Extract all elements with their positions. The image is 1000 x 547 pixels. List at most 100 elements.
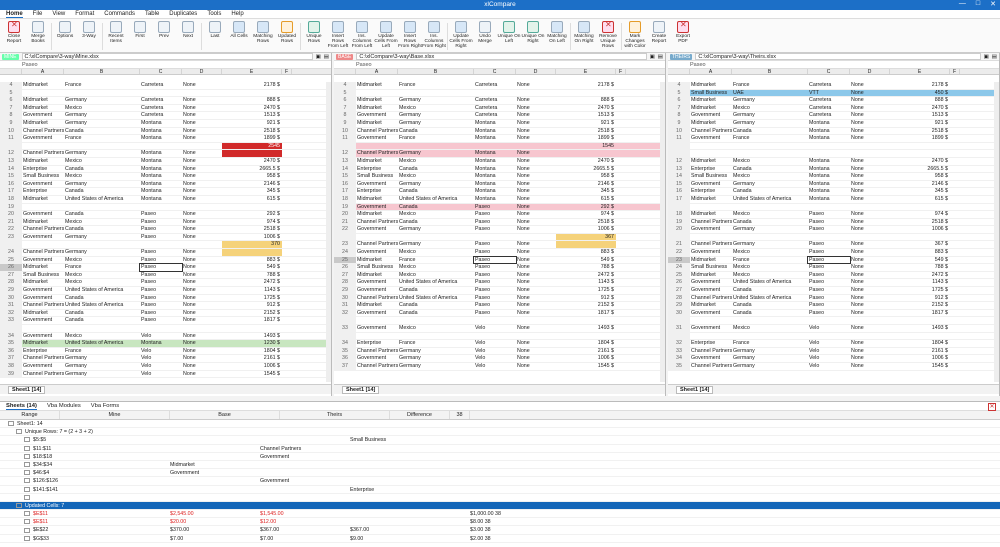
undo-button[interactable]: Undo Merge	[473, 21, 497, 52]
grid-cell[interactable]: None	[516, 226, 556, 233]
grid-row[interactable]: 26 Small Business Mexico Paseo None 788 $	[334, 264, 665, 272]
grid-cell[interactable]: 1143 $	[556, 279, 616, 286]
grid-row[interactable]: 18 Midmarket Mexico Paseo None 974 $	[668, 211, 999, 219]
grid-cell[interactable]: Midmarket	[22, 120, 64, 127]
menu-item-tools[interactable]: Tools	[207, 11, 221, 17]
grid-cell[interactable]	[950, 112, 960, 119]
grid-cell[interactable]	[616, 112, 626, 119]
range-cell[interactable]: Updated Cells: 7	[0, 502, 170, 509]
grid-cell[interactable]: Canada	[64, 128, 140, 135]
grid-cell[interactable]: None	[850, 257, 890, 264]
grid-cell[interactable]: None	[182, 150, 222, 157]
grid-cell[interactable]	[950, 211, 960, 218]
grid-cell[interactable]: None	[850, 105, 890, 112]
grid-row[interactable]: 23 Channel Partners Germany Paseo None	[334, 241, 665, 250]
grid-cell[interactable]	[616, 173, 626, 180]
grid-cell[interactable]	[950, 340, 960, 347]
grid-cell[interactable]	[950, 355, 960, 362]
range-cell[interactable]	[0, 494, 170, 501]
row-number[interactable]: 4	[0, 82, 22, 89]
grid-cell[interactable]: Channel Partners	[22, 371, 64, 378]
grid-cell[interactable]	[808, 333, 850, 340]
theirs-cell[interactable]	[350, 518, 470, 525]
grid-cell[interactable]	[282, 188, 292, 195]
grid-cell[interactable]: Enterprise	[356, 188, 398, 195]
grid-cell[interactable]: 974 $	[890, 211, 950, 218]
mine-cell[interactable]	[170, 445, 260, 452]
grid-cell[interactable]	[950, 219, 960, 226]
grid-cell[interactable]	[356, 317, 398, 324]
grid-cell[interactable]: Canada	[732, 219, 808, 226]
grid-cell[interactable]	[950, 325, 960, 332]
range-cell[interactable]: Unique Rows: 7 = (2 + 3 + 2)	[0, 428, 170, 435]
grid-cell[interactable]	[950, 158, 960, 165]
base-cell[interactable]: $367.00	[260, 526, 350, 533]
grid-row[interactable]: 31 Channel Partners United States of Ameri…	[0, 302, 331, 310]
grid-cell[interactable]: None	[850, 279, 890, 286]
grid-cell[interactable]: None	[850, 211, 890, 218]
mine-cell[interactable]	[170, 494, 260, 501]
column-header-e[interactable]: E	[556, 69, 616, 75]
grid-cell[interactable]: 615 $	[890, 196, 950, 203]
grid-row[interactable]: 27 Midmarket Mexico Paseo None 2472 $	[334, 271, 665, 280]
grid-cell[interactable]	[282, 249, 292, 256]
mine-cell[interactable]: $7.00	[170, 535, 260, 542]
grid-cell[interactable]: Midmarket	[356, 105, 398, 112]
mine-cell[interactable]	[170, 420, 260, 427]
grid-cell[interactable]: Small Business	[356, 173, 398, 180]
grid-cell[interactable]	[182, 325, 222, 332]
range-cell[interactable]: $5:$5	[0, 436, 170, 443]
grid-cell[interactable]: None	[182, 158, 222, 165]
grid-cell[interactable]: Canada	[398, 287, 474, 294]
difference-cell[interactable]	[470, 469, 530, 476]
open-folder-icon[interactable]: ▤	[324, 54, 329, 60]
grid-cell[interactable]: 1545	[556, 143, 616, 150]
grid-cell[interactable]: None	[850, 128, 890, 135]
grid-cell[interactable]: Paseo	[474, 219, 516, 226]
grid-cell[interactable]: 1230 $	[222, 340, 282, 347]
mine-cell[interactable]: Government	[170, 469, 260, 476]
grid-cell[interactable]: Mexico	[398, 249, 474, 256]
grid-cell[interactable]: None	[182, 97, 222, 104]
grid-cell[interactable]	[282, 90, 292, 97]
grid-row[interactable]: 33 Government Mexico Velo None 1493 $	[334, 325, 665, 333]
header-mine[interactable]: Mine	[60, 411, 170, 419]
grid-cell[interactable]: None	[516, 150, 556, 157]
difference-row[interactable]: $46:$4 Government	[0, 469, 1000, 478]
grid-cell[interactable]	[616, 128, 626, 135]
grid-row[interactable]: 22 Government Germany Paseo None 1006 $	[334, 226, 665, 234]
grid-cell[interactable]: None	[516, 158, 556, 165]
grid-cell[interactable]: None	[850, 226, 890, 233]
grid-cell[interactable]: Montana	[474, 128, 516, 135]
grid-cell[interactable]: Paseo	[140, 226, 182, 233]
grid-row[interactable]	[668, 233, 999, 242]
all-cells-button[interactable]: All Cells	[227, 21, 251, 52]
grid-cell[interactable]: None	[850, 112, 890, 119]
grid-cell[interactable]: 2472 $	[890, 272, 950, 279]
grid-cell[interactable]: Germany	[398, 241, 474, 248]
grid-cell[interactable]: Canada	[64, 211, 140, 218]
grid-cell[interactable]: None	[182, 302, 222, 309]
grid-cell[interactable]	[850, 333, 890, 340]
theirs-cell[interactable]: $367.00	[350, 526, 470, 533]
grid-cell[interactable]: 1725 $	[222, 295, 282, 302]
row-number[interactable]: 34	[668, 355, 690, 362]
grid-row[interactable]: 32 Enterprise France Velo None 1804 $	[668, 340, 999, 348]
grid-cell[interactable]: Canada	[732, 128, 808, 135]
column-header-a[interactable]: A	[356, 69, 398, 75]
row-number[interactable]: 13	[334, 157, 356, 165]
grid-cell[interactable]	[282, 82, 292, 89]
grid-cell[interactable]: Midmarket	[22, 279, 64, 286]
column-header-a[interactable]: A	[22, 69, 64, 75]
grid-cell[interactable]	[282, 143, 292, 150]
grid-cell[interactable]: Paseo	[140, 249, 182, 256]
grid-cell[interactable]: Montana	[140, 196, 182, 203]
grid-row[interactable]: 4 Midmarket France Carretera None 2178 $	[0, 82, 331, 90]
grid-cell[interactable]	[950, 272, 960, 279]
grid-cell[interactable]	[398, 317, 474, 324]
grid-row[interactable]: 37 Channel Partners Germany Velo None 1545 $	[334, 362, 665, 371]
grid-cell[interactable]: 2665.5 $	[222, 166, 282, 173]
grid-cell[interactable]: Germany	[64, 150, 140, 157]
grid-row[interactable]: 23 Government Germany Paseo None 1006 $	[0, 233, 331, 242]
grid-cell[interactable]: None	[516, 302, 556, 309]
